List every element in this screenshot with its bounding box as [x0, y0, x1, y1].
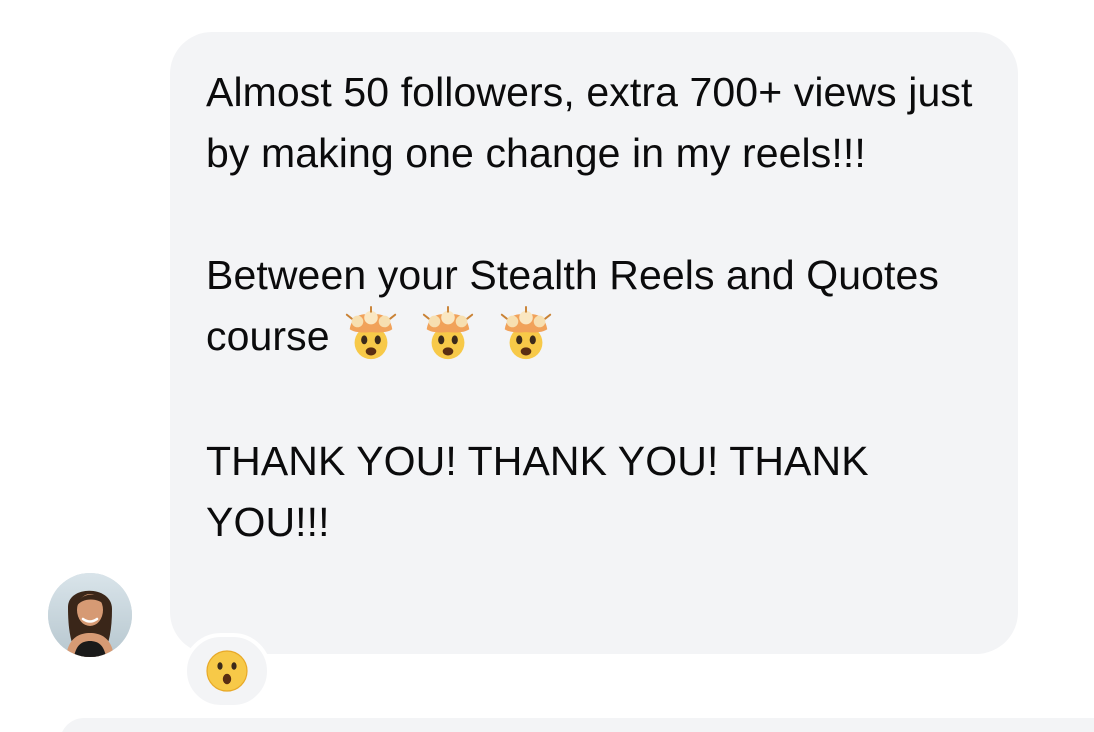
surprised-face-emoji — [206, 650, 248, 692]
emoji-row — [342, 302, 563, 364]
message-paragraph-2: Between your Stealth Reels and Quotes co… — [206, 245, 988, 370]
message-paragraph-2-text: Between your Stealth Reels and Quotes co… — [206, 252, 940, 359]
next-message-bubble-edge — [60, 718, 1094, 732]
exploding-head-emoji — [500, 306, 551, 360]
sender-avatar[interactable] — [48, 573, 132, 657]
incoming-message-bubble[interactable]: Almost 50 followers, extra 700+ views ju… — [170, 32, 1018, 654]
message-reaction[interactable] — [183, 633, 271, 709]
chat-screen: Almost 50 followers, extra 700+ views ju… — [0, 0, 1094, 732]
exploding-head-emoji — [423, 306, 474, 360]
message-paragraph-3: THANK YOU! THANK YOU! THANK YOU!!! — [206, 438, 869, 546]
message-paragraph-1: Almost 50 followers, extra 700+ views ju… — [206, 69, 973, 176]
avatar-photo — [48, 573, 132, 657]
exploding-head-emoji — [345, 306, 396, 360]
